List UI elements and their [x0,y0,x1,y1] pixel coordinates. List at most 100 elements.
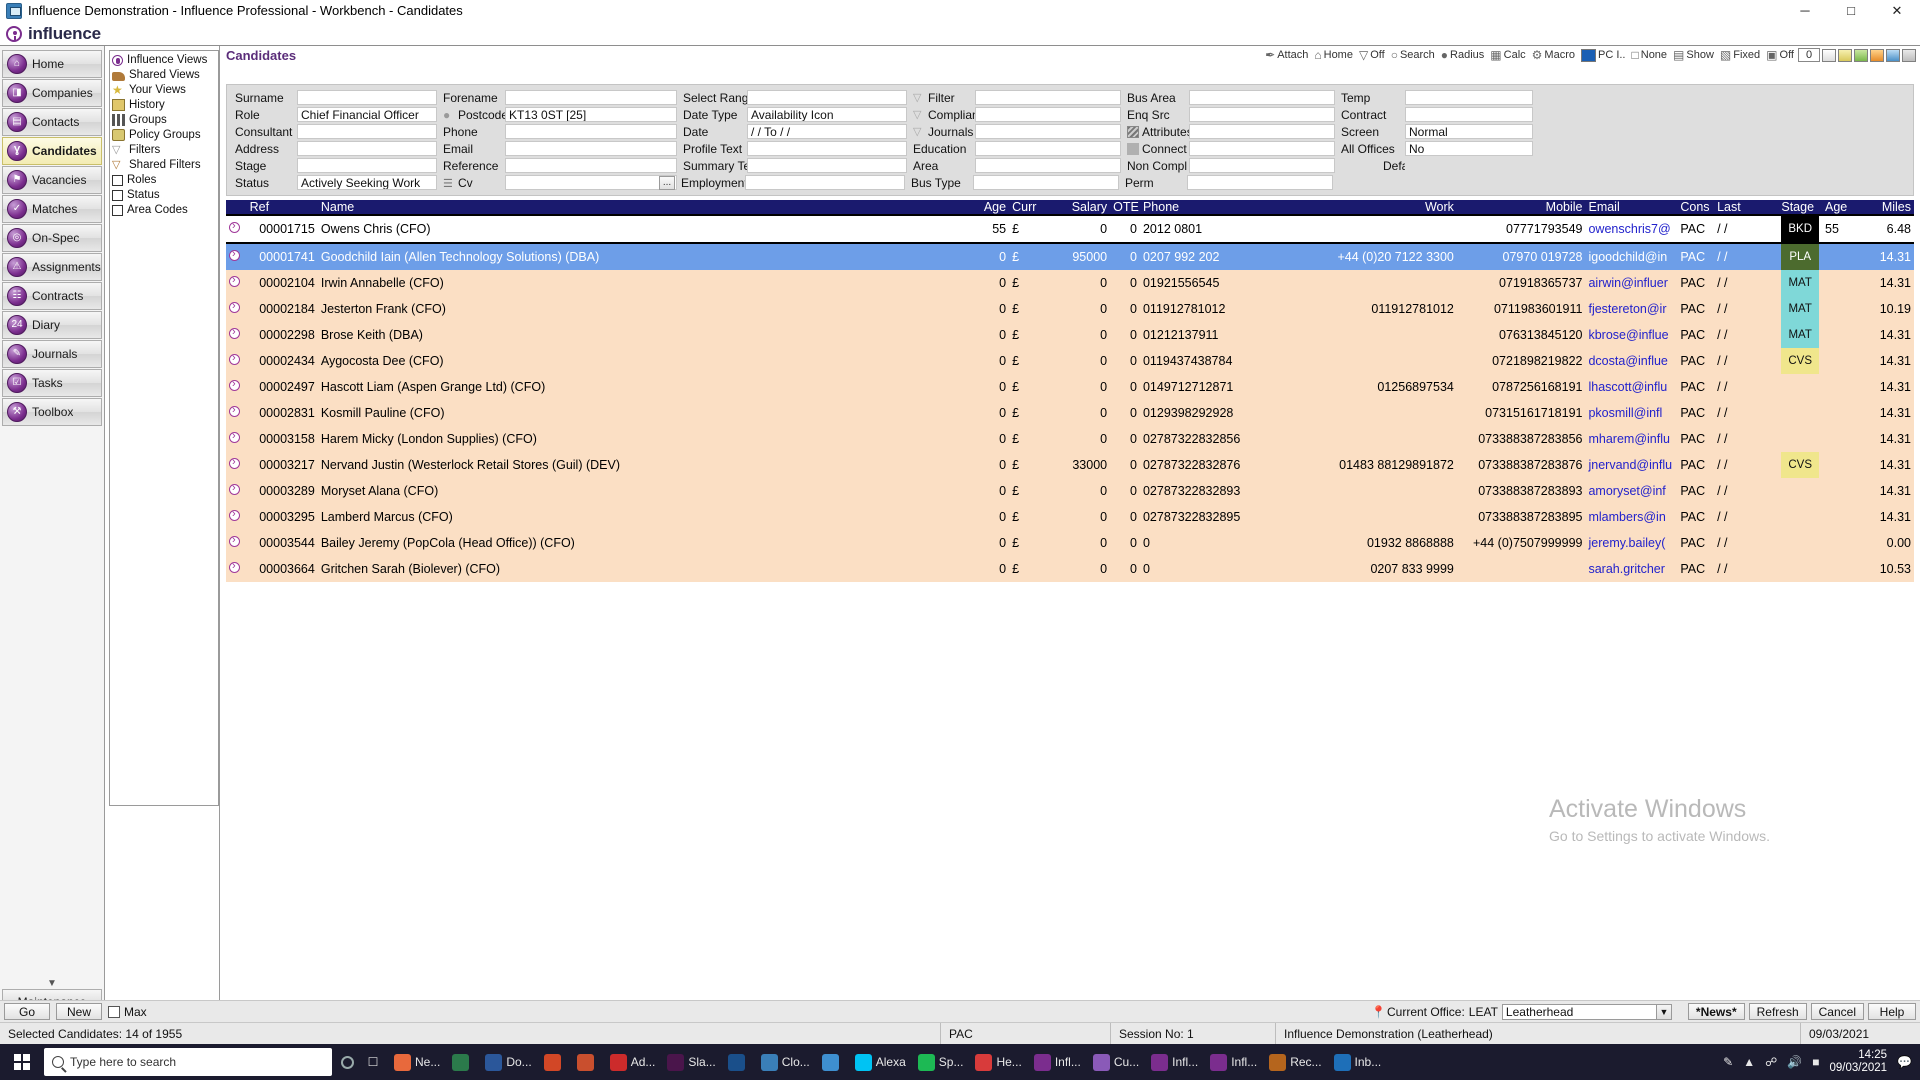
news-button[interactable]: *News* [1687,1003,1745,1020]
email-link[interactable]: jeremy.bailey( [1588,536,1665,550]
start-button[interactable] [0,1044,44,1080]
toolbar-color-swatch-2[interactable] [1838,48,1852,62]
toolbar-color-swatch-1[interactable] [1822,48,1836,62]
tree-item-status[interactable]: Status [112,188,218,202]
cell[interactable] [226,348,247,374]
close-button[interactable]: ✕ [1874,0,1920,22]
taskbar-app-word[interactable]: Do... [479,1044,537,1080]
pen-icon[interactable]: ✎ [1723,1055,1733,1069]
form-input-compliance[interactable] [975,107,1121,122]
taskbar-app-slack[interactable]: Sla... [661,1044,721,1080]
table-row[interactable]: 00002497Hascott Liam (Aspen Grange Ltd) … [226,374,1914,400]
taskbar-app-alexa[interactable]: Alexa [849,1044,912,1080]
form-input-email[interactable] [505,141,677,156]
taskbar-app-adobe[interactable]: Ad... [604,1044,662,1080]
table-row[interactable]: 00002298Brose Keith (DBA)0£0001212137911… [226,322,1914,348]
form-input-journals[interactable] [975,124,1121,139]
email-link[interactable]: fjestereton@ir [1588,302,1666,316]
sidebar-item-diary[interactable]: 24 Diary [2,311,102,339]
cell[interactable] [226,530,247,556]
taskbar-search-box[interactable]: Type here to search [44,1048,332,1076]
tree-item-area-codes[interactable]: Area Codes [112,203,218,217]
form-input-forename[interactable] [505,90,677,105]
tree-item-influence-views[interactable]: Influence Views [112,53,218,67]
sidebar-item-journals[interactable]: ✎ Journals [2,340,102,368]
email-link[interactable]: sarah.gritcher [1588,562,1664,576]
form-input-status[interactable]: Actively Seeking Work [297,175,437,190]
notifications-icon[interactable]: 💬 [1897,1055,1912,1069]
sidebar-item-contracts[interactable]: ☷ Contracts [2,282,102,310]
form-input-contract[interactable] [1405,107,1533,122]
row-expand-icon[interactable] [229,248,240,261]
form-input-stage[interactable] [297,158,437,173]
office-select[interactable]: Leatherhead ▼ [1501,1003,1672,1020]
new-button[interactable]: New [56,1003,102,1020]
tree-item-filters[interactable]: ▽ Filters [112,143,218,157]
sidebar-item-candidates[interactable]: Ɣ Candidates [2,137,102,165]
grid-col-header-mobile-9[interactable]: Mobile [1456,200,1586,215]
form-input-consultant[interactable] [297,124,437,139]
taskbar-app-skype[interactable] [816,1044,849,1080]
taskbar-app-influence-3[interactable]: Infl... [1204,1044,1263,1080]
cortana-icon[interactable] [336,1044,358,1080]
table-row[interactable]: 00001715Owens Chris (CFO)55£002012 08010… [226,214,1914,244]
email-link[interactable]: owenschris7@ [1588,222,1670,236]
cell[interactable] [226,556,247,582]
grid-col-header-last-12[interactable]: Last [1714,200,1779,215]
row-expand-icon[interactable] [229,300,240,313]
taskbar-app-help[interactable]: He... [969,1044,1027,1080]
volume-icon[interactable]: 🔊 [1787,1055,1802,1069]
toolbar-none-button[interactable]: □ None [1630,48,1670,62]
grid-col-header-name-2[interactable]: Name [317,200,975,215]
sidebar-item-contacts[interactable]: ▤ Contacts [2,108,102,136]
cell[interactable] [226,452,247,478]
cancel-button[interactable]: Cancel [1810,1003,1864,1020]
taskbar-app-excel[interactable] [446,1044,479,1080]
form-input-non-compl[interactable] [1189,158,1335,173]
form-input-temp[interactable] [1405,90,1533,105]
task-view-icon[interactable]: ☐ [358,1044,388,1080]
row-expand-icon[interactable] [229,378,240,391]
taskbar-app-inbox[interactable]: Inb... [1328,1044,1388,1080]
maximize-button[interactable]: □ [1828,0,1874,22]
row-expand-icon[interactable] [229,274,240,287]
cell[interactable] [226,270,247,296]
sidebar-item-on-spec[interactable]: ◎ On-Spec [2,224,102,252]
grid-col-header-email-10[interactable]: Email [1585,200,1678,215]
toolbar-fixed-button[interactable]: ▧ Fixed [1718,48,1762,62]
toolbar-radius-button[interactable]: ● Radius [1439,48,1487,62]
email-link[interactable]: igoodchild@in [1588,250,1667,264]
network-icon[interactable]: ☍ [1765,1055,1777,1069]
table-row[interactable]: 00002184Jesterton Frank (CFO)0£000119127… [226,296,1914,322]
sidebar-item-home[interactable]: ⌂ Home [2,50,102,78]
row-expand-icon[interactable] [229,456,240,469]
row-expand-icon[interactable] [229,534,240,547]
email-link[interactable]: mlambers@in [1588,510,1665,524]
max-checkbox-box[interactable] [108,1005,120,1018]
help-button[interactable]: Help [1868,1003,1916,1020]
minimize-button[interactable]: ─ [1782,0,1828,22]
form-input-perm[interactable] [1187,175,1333,190]
form-input-attributes[interactable] [1189,124,1335,139]
row-expand-icon[interactable] [229,430,240,443]
cell[interactable] [226,296,247,322]
tree-item-shared-filters[interactable]: ▽ Shared Filters [112,158,218,172]
taskbar-app-influence-1[interactable]: Infl... [1028,1044,1087,1080]
form-input-date-type[interactable]: Availability Icon [747,107,907,122]
form-input-postcode[interactable]: KT13 0ST [25] [505,107,677,122]
sidebar-item-tasks[interactable]: ☑ Tasks [2,369,102,397]
form-input-area[interactable] [975,158,1121,173]
grid-col-header-ote-6[interactable]: OTE [1110,200,1140,215]
max-checkbox[interactable]: Max [108,1005,147,1019]
taskbar-clock[interactable]: 14:25 09/03/2021 [1829,1049,1887,1075]
form-input-employment[interactable] [745,175,905,190]
email-link[interactable]: pkosmill@infl [1588,406,1662,420]
toolbar-off-button[interactable]: ▽ Off [1357,48,1387,62]
row-expand-icon[interactable] [229,560,240,573]
cell[interactable] [226,214,247,244]
grid-col-header-phone-7[interactable]: Phone [1139,200,1285,215]
chevron-up-icon[interactable]: ▲ [1743,1055,1755,1069]
form-input-bus-area[interactable] [1189,90,1335,105]
row-expand-icon[interactable] [229,326,240,339]
form-input-all-offices[interactable]: No [1405,141,1533,156]
